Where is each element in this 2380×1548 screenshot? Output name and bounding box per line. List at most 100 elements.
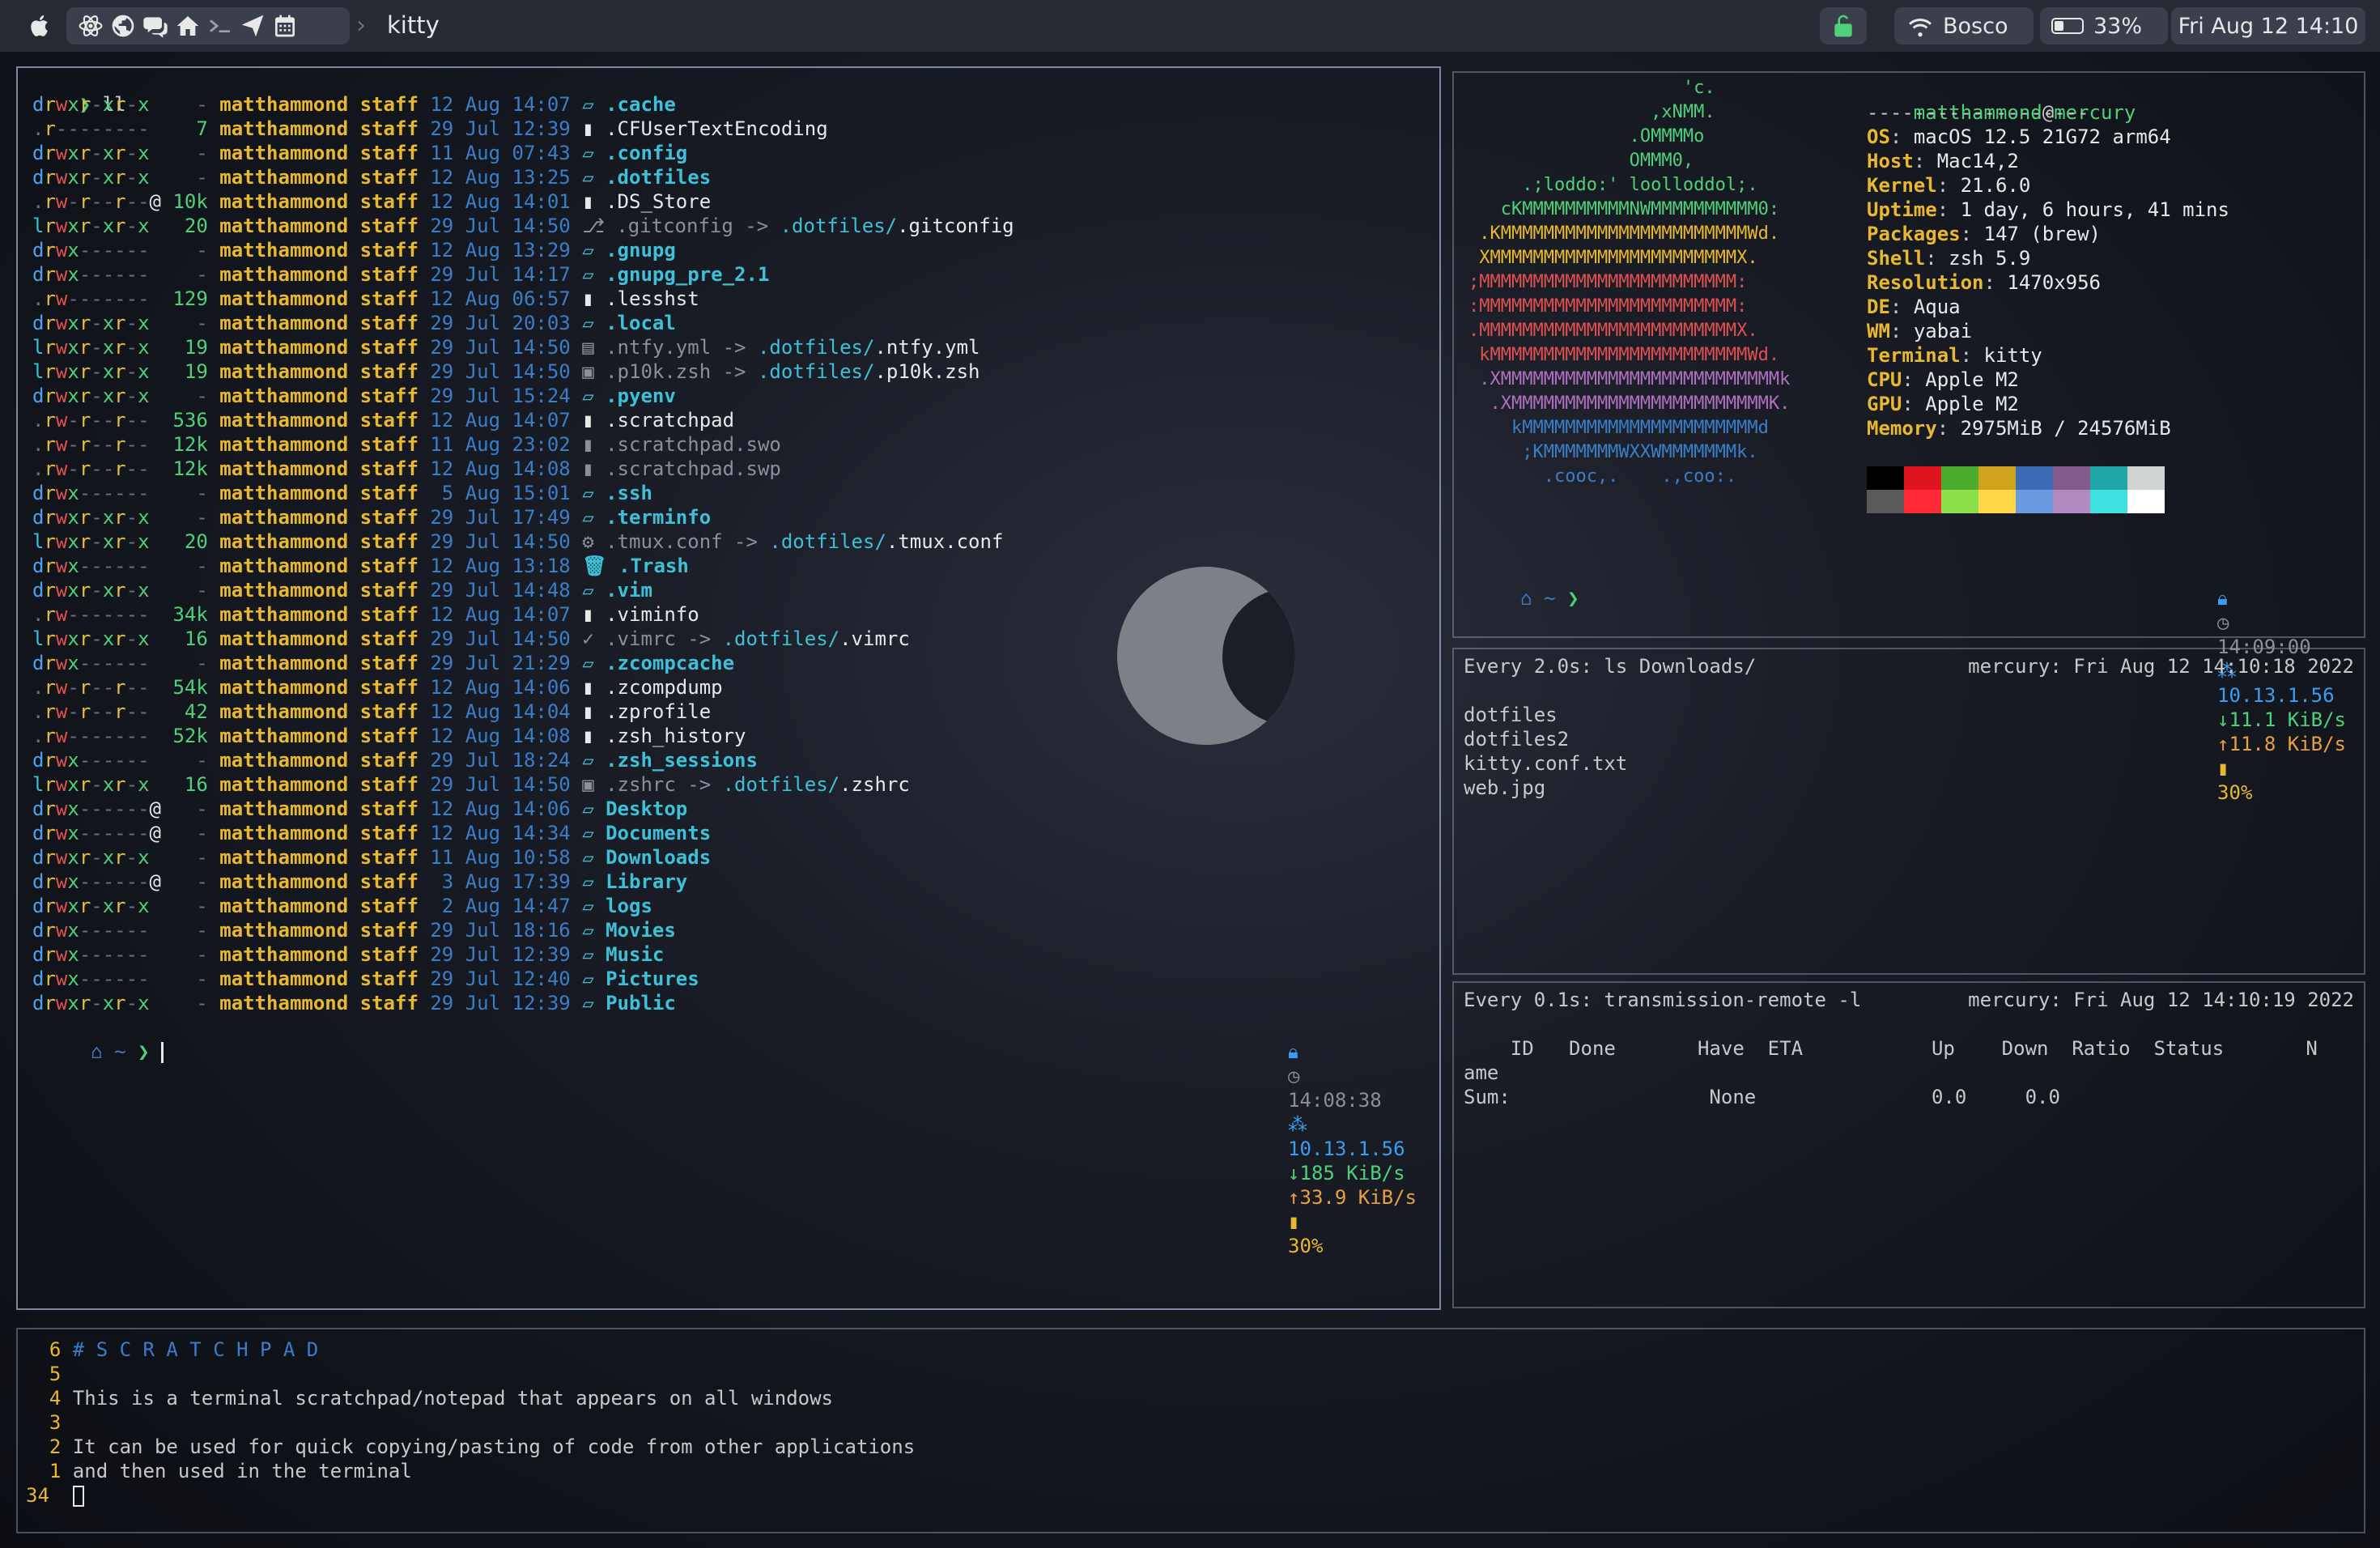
fetch-info-sep: : [1913,150,1937,172]
home-icon[interactable] [172,10,204,42]
scratchpad-pane[interactable]: 6 # S C R A T C H P A D 5 4 This is a te… [16,1328,2365,1533]
file-group: staff [359,190,419,213]
file-row: drwx------ - matthammond staff 29 Jul 12… [32,942,1014,967]
color-swatch [1941,466,1978,490]
file-date: 29 Jul 14:50 [430,627,571,650]
file-date: 11 Aug 10:58 [430,846,571,869]
watch-transmission-pane[interactable]: Every 0.1s: transmission-remote -l mercu… [1452,981,2365,1308]
downloads-listing: dotfiles dotfiles2 kitty.conf.txt web.jpg [1464,703,1627,800]
scratchpad-editor[interactable]: 6 # S C R A T C H P A D 5 4 This is a te… [26,1337,915,1508]
ascii-logo-line: .XMMMMMMMMMMMMMMMMMMMMMMMMK. [1468,393,1791,414]
main-terminal-pane[interactable]: ❯ ll drwxr-xr-x - matthammond staff 12 A… [16,66,1441,1310]
file-row: drwxr-xr-x - matthammond staff 12 Aug 13… [32,165,1014,189]
folder-icon: ▱ [582,968,594,990]
file-size: - [172,239,208,262]
globe-icon[interactable] [107,10,139,42]
folder-icon: ▱ [582,239,594,262]
file-size: 34k [172,603,208,626]
color-swatch [2016,490,2053,513]
file-row: .rw------- 129 matthammond staff 12 Aug … [32,287,1014,311]
file-size: - [172,166,208,189]
file-row: drwxr-xr-x - matthammond staff 12 Aug 14… [32,92,1014,117]
folder-icon: ▱ [582,919,594,942]
file-icon: ▮ [582,725,594,747]
file-icon: ▮ [582,433,594,456]
file-size: 129 [172,287,208,310]
file-size: - [172,142,208,164]
battery-pill[interactable]: 33% [2040,7,2168,45]
watch-downloads-pane[interactable]: Every 2.0s: ls Downloads/ mercury: Fri A… [1452,648,2365,975]
file-group: staff [359,142,419,164]
vpn-pill[interactable] [1820,7,1867,45]
file-group: staff [359,482,419,504]
scratchpad-line: 1 and then used in the terminal [26,1459,915,1483]
file-owner: matthammond [219,919,349,942]
battery-level [2055,21,2063,31]
fetch-info-value: Apple M2 [1925,368,2019,391]
ascii-logo-line: .MMMMMMMMMMMMMMMMMMMMMMMMX. [1468,321,1758,341]
file-row: .rw-r--r-- 12k matthammond staff 11 Aug … [32,432,1014,457]
file-size: 7 [172,117,208,140]
ascii-logo-line: ,xNMM. [1468,102,1715,122]
unlock-icon [1827,10,1859,42]
app-icons-pill [66,7,350,45]
file-date: 2 Aug 14:47 [430,895,571,917]
react-icon[interactable] [74,10,107,42]
folder-icon: ▱ [582,992,594,1014]
line-number: 6 [26,1338,73,1361]
file-owner: matthammond [219,239,349,262]
ascii-logo-line: cKMMMMMMMMMMNWMMMMMMMMMM0: [1468,199,1780,219]
block-cursor[interactable] [72,1486,84,1507]
file-row: drwx------ - matthammond staff 29 Jul 12… [32,967,1014,991]
scratchpad-current-line[interactable]: 34 [26,1483,915,1508]
chat-icon[interactable] [139,10,172,42]
wifi-pill[interactable]: Bosco [1894,7,2034,45]
file-row: lrwxr-xr-x 20 matthammond staff 29 Jul 1… [32,214,1014,238]
fetch-info-key: Uptime [1867,198,1937,221]
file-name: .terminfo [606,506,712,529]
folder-icon: ▱ [582,385,594,407]
chevron-right-icon: › [356,11,366,40]
term-icon: ▣ [582,360,594,383]
folder-icon: ▱ [582,263,594,286]
send-icon[interactable] [236,10,269,42]
fetch-info-value: macOS 12.5 21G72 arm64 [1913,125,2171,148]
folder-icon: ▱ [582,93,594,116]
file-group: staff [359,652,419,674]
file-size: - [172,749,208,772]
apple-ascii-logo: 'c. ,xNMM. .OMMMMo OMMM0, .;loddo:' lool… [1468,76,1790,489]
file-owner: matthammond [219,676,349,699]
file-size: - [172,482,208,504]
apple-menu-icon[interactable] [24,10,57,42]
file-owner: matthammond [219,117,349,140]
ascii-logo-line: XMMMMMMMMMMMMMMMMMMMMMMMX. [1468,248,1758,268]
calendar-icon[interactable] [269,10,301,42]
download-item: dotfiles [1464,704,1558,726]
file-owner: matthammond [219,652,349,674]
file-name: .Trash [618,555,689,577]
file-name: Music [606,943,665,966]
file-owner: matthammond [219,627,349,650]
file-permissions: drwx------ [32,919,150,942]
clock-pill[interactable]: Fri Aug 12 14:10 [2171,7,2365,45]
file-name: .ntfy.yml [606,336,712,359]
ascii-logo-line: .XMMMMMMMMMMMMMMMMMMMMMMMMMMk [1468,369,1791,389]
file-permissions: .r-------- [32,117,150,140]
file-owner: matthammond [219,385,349,407]
folder-icon: ▱ [582,943,594,966]
neofetch-pane[interactable]: 'c. ,xNMM. .OMMMMo OMMM0, .;loddo:' lool… [1452,71,2365,804]
fetch-info-row: Resolution: 1470x956 [1867,270,2229,295]
cursor[interactable] [160,1042,164,1063]
file-permissions: drwxr-xr-x [32,992,150,1014]
main-status-down: ↓185 KiB/s [1288,1162,1405,1184]
file-name: logs [606,895,652,917]
terminal-icon[interactable] [204,10,236,42]
color-swatch [2090,466,2127,490]
file-permissions: drwxr-xr-x [32,506,150,529]
line-number: 5 [26,1363,73,1385]
file-permissions: drwxr-xr-x [32,579,150,602]
file-permissions: lrwxr-xr-x [32,530,150,553]
file-name: Library [606,870,688,893]
file-permissions: lrwxr-xr-x [32,215,150,237]
file-group: staff [359,943,419,966]
